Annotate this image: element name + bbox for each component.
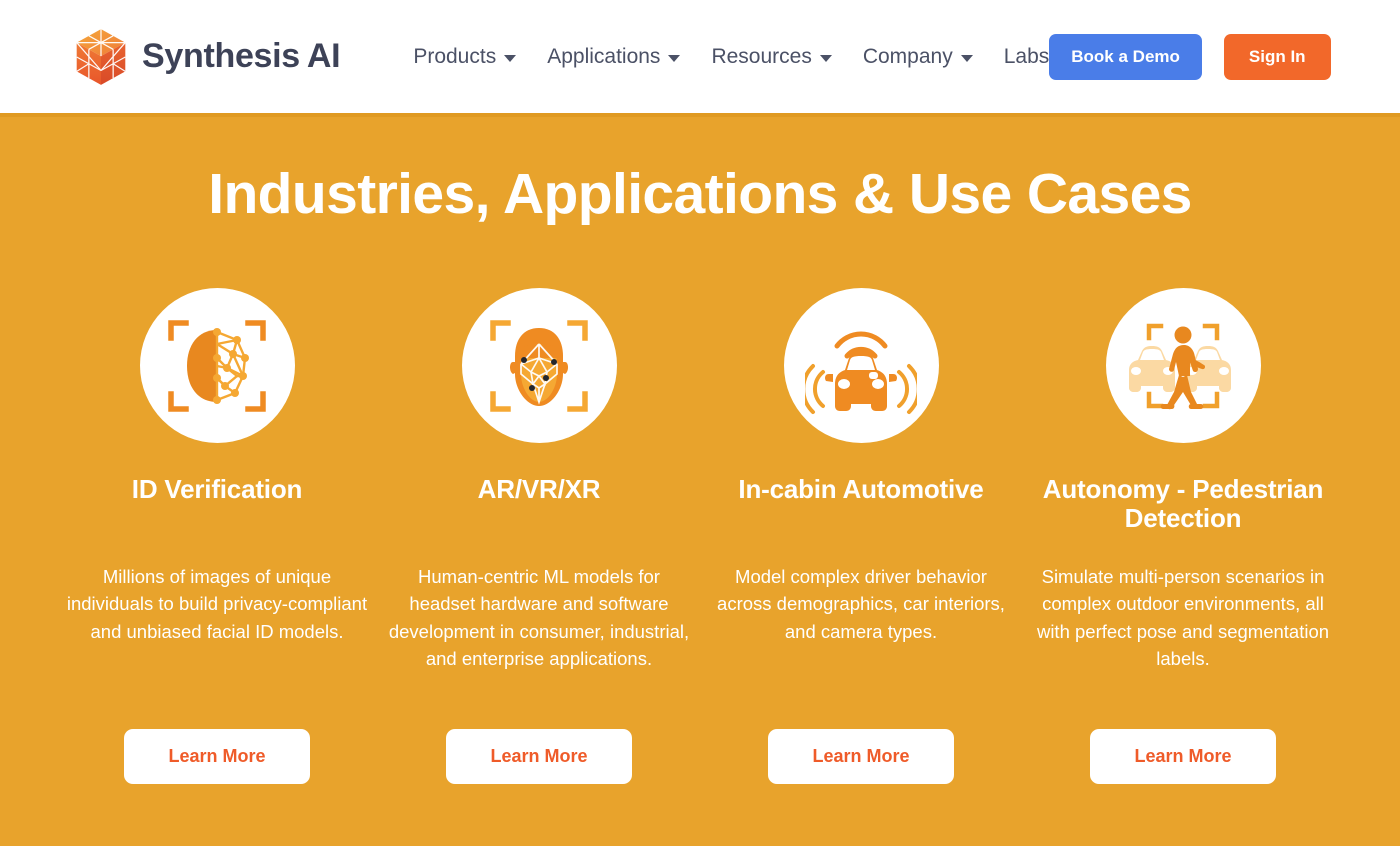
nav-item-products[interactable]: Products (413, 44, 517, 69)
book-a-demo-button[interactable]: Book a Demo (1049, 33, 1202, 80)
chevron-down-icon (819, 55, 832, 62)
brand-name: Synthesis AI (142, 37, 341, 76)
card-title: Autonomy - Pedestrian Detection (1042, 474, 1324, 534)
nav-label-company: Company (862, 44, 953, 68)
card-title: AR/VR/XR (477, 474, 601, 504)
hero-section: Industries, Applications & Use Cases ID … (0, 113, 1400, 846)
face-front-wireframe-icon (487, 314, 591, 418)
card-id-verification: ID Verification Millions of images of un… (56, 288, 378, 784)
learn-more-button-id-verification[interactable]: Learn More (124, 729, 310, 784)
icon-badge (139, 288, 295, 443)
header-actions: Book a Demo Sign In (1049, 33, 1331, 80)
icon-badge (461, 288, 617, 443)
car-sensor-icon (805, 314, 917, 418)
hexagon-cube-logo-icon (74, 27, 128, 87)
brand-name-suffix: AI (306, 37, 341, 75)
nav-item-company[interactable]: Company (863, 45, 973, 69)
card-description: Simulate multi-person scenarios in compl… (1036, 566, 1330, 670)
face-profile-mesh-icon (165, 314, 269, 418)
icon-badge (1105, 288, 1261, 443)
pedestrian-detection-icon (1127, 314, 1239, 418)
nav-item-applications[interactable]: Applications (547, 44, 681, 69)
card-description: Human-centric ML models for headset hard… (388, 566, 690, 670)
nav-item-resources[interactable]: Resources (711, 44, 832, 69)
card-title: In-cabin Automotive (738, 474, 984, 504)
learn-more-button-pedestrian-detection[interactable]: Learn More (1090, 729, 1276, 784)
nav-label-resources: Resources (711, 44, 812, 68)
icon-badge (783, 288, 939, 443)
learn-more-button-ar-vr-xr[interactable]: Learn More (446, 729, 632, 784)
learn-more-button-in-cabin-automotive[interactable]: Learn More (768, 729, 954, 784)
card-title: ID Verification (131, 474, 303, 504)
card-ar-vr-xr: AR/VR/XR Human-centric ML models for hea… (378, 288, 700, 784)
chevron-down-icon (960, 55, 973, 62)
use-case-card-grid: ID Verification Millions of images of un… (0, 288, 1400, 784)
chevron-down-icon (504, 55, 517, 62)
site-header: Synthesis AI Products Applications Resour… (0, 0, 1400, 113)
primary-navigation: Products Applications Resources Company … (413, 45, 1049, 69)
nav-item-labs[interactable]: Labs (1004, 45, 1050, 69)
nav-label-labs: Labs (1003, 44, 1050, 68)
card-autonomy-pedestrian-detection: Autonomy - Pedestrian Detection Simulate… (1022, 288, 1344, 784)
nav-label-applications: Applications (547, 44, 661, 68)
page-title: Industries, Applications & Use Cases (208, 162, 1192, 226)
card-in-cabin-automotive: In-cabin Automotive Model complex driver… (700, 288, 1022, 784)
brand-name-main: Synthesis (142, 37, 300, 75)
sign-in-button[interactable]: Sign In (1223, 33, 1331, 80)
chevron-down-icon (668, 55, 681, 62)
nav-label-products: Products (413, 44, 497, 68)
card-description: Millions of images of unique individuals… (66, 566, 368, 642)
card-description: Model complex driver behavior across dem… (717, 566, 1005, 642)
brand-logo-link[interactable]: Synthesis AI (74, 27, 341, 87)
